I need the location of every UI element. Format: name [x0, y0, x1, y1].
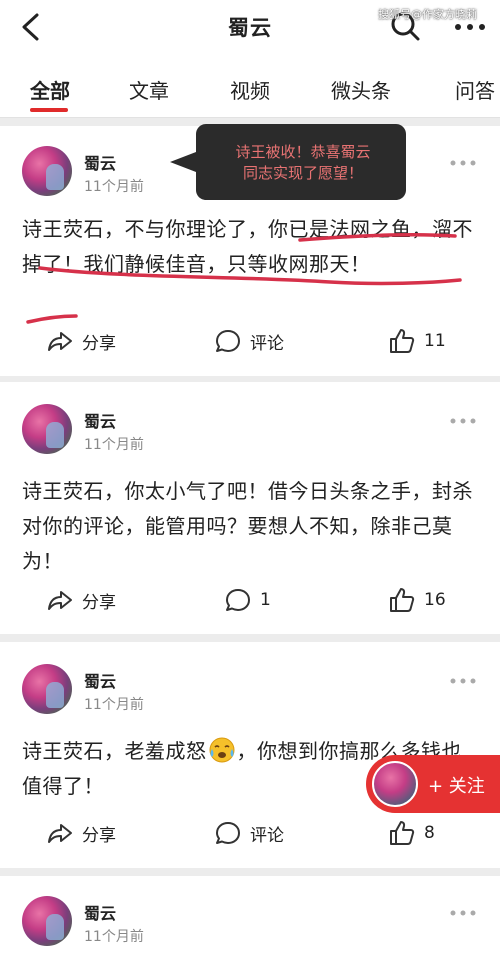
- share-icon: [48, 824, 72, 843]
- comment-button[interactable]: 评论: [214, 326, 284, 356]
- comment-icon: [216, 822, 240, 844]
- tab-qa[interactable]: 问答: [455, 75, 495, 104]
- post-content: 诗王荧石，不与你理论了，你已是法网之鱼，溜不掉了！我们静候佳音，只等收网那天！: [22, 217, 473, 276]
- author-name[interactable]: 蜀云: [84, 900, 116, 924]
- follow-avatar[interactable]: [372, 761, 418, 807]
- post-more-icon[interactable]: [450, 677, 476, 685]
- tab-all[interactable]: 全部: [30, 75, 70, 104]
- post-content: 诗王荧石，你太小气了吧！借今日头条之手，封杀对你的评论，能管用吗？要想人不知，除…: [22, 479, 473, 573]
- post-more-icon[interactable]: [450, 159, 476, 167]
- avatar[interactable]: [22, 664, 72, 714]
- avatar[interactable]: [22, 146, 72, 196]
- share-button[interactable]: 分享: [46, 818, 116, 848]
- like-count: 8: [424, 823, 435, 843]
- comment-icon: [216, 330, 240, 352]
- thumbs-up-icon: [390, 588, 415, 612]
- follow-label[interactable]: + 关注: [428, 772, 485, 798]
- share-button[interactable]: 分享: [46, 585, 116, 615]
- tooltip-line-2: 同志实现了愿望！: [242, 164, 363, 182]
- comment-button[interactable]: 评论: [214, 818, 284, 848]
- post-content-start: 诗王荧石，老羞成怒: [22, 739, 207, 763]
- tooltip-line-1: 诗王被收！恭喜蜀云: [235, 143, 371, 161]
- tab-bar: 全部 文章 视频 微头条 问答: [0, 55, 500, 118]
- tab-videos[interactable]: 视频: [230, 75, 270, 104]
- post-time: 11个月前: [84, 437, 144, 453]
- crying-face-emoji-icon: [209, 737, 234, 763]
- tooltip-text: 诗王被收！恭喜蜀云 同志实现了愿望！: [200, 142, 406, 184]
- post-time: 11个月前: [84, 179, 144, 195]
- post-card: 蜀云 11个月前: [0, 876, 500, 962]
- comment-label: 评论: [250, 825, 284, 846]
- post-more-icon[interactable]: [450, 417, 476, 425]
- author-name[interactable]: 蜀云: [84, 668, 116, 692]
- avatar[interactable]: [22, 404, 72, 454]
- share-label: 分享: [82, 333, 116, 354]
- avatar[interactable]: [22, 896, 72, 946]
- author-name[interactable]: 蜀云: [84, 150, 116, 174]
- comment-button[interactable]: 1: [224, 585, 271, 615]
- post-actions: 分享 评论 8: [0, 818, 500, 848]
- post-time: 11个月前: [84, 697, 144, 713]
- like-button[interactable]: 8: [388, 818, 435, 848]
- tab-micro-headlines[interactable]: 微头条: [331, 75, 391, 104]
- active-tab-indicator: [30, 108, 68, 112]
- share-icon: [48, 591, 72, 610]
- post-actions: 分享 评论 11: [0, 326, 500, 356]
- more-options-icon[interactable]: [452, 14, 488, 40]
- top-bar: 蜀云 搜狐号@作家方晓莉: [0, 0, 500, 55]
- like-button[interactable]: 11: [388, 326, 446, 356]
- tab-articles[interactable]: 文章: [129, 75, 169, 104]
- thumbs-up-icon: [390, 329, 415, 353]
- comment-icon: [226, 589, 250, 611]
- comment-count: 1: [260, 590, 271, 610]
- share-button[interactable]: 分享: [46, 326, 116, 356]
- post-card: 蜀云 11个月前 诗王荧石，你太小气了吧！借今日头条之手，封杀对你的评论，能管用…: [0, 382, 500, 634]
- like-button[interactable]: 16: [388, 585, 446, 615]
- like-count: 11: [424, 331, 446, 351]
- post-time: 11个月前: [84, 929, 144, 945]
- share-label: 分享: [82, 592, 116, 613]
- comment-label: 评论: [250, 333, 284, 354]
- post-actions: 分享 1 16: [0, 585, 500, 615]
- like-count: 16: [424, 590, 446, 610]
- author-name[interactable]: 蜀云: [84, 408, 116, 432]
- thumbs-up-icon: [390, 821, 415, 845]
- post-more-icon[interactable]: [450, 909, 476, 917]
- share-icon: [48, 332, 72, 351]
- share-label: 分享: [82, 825, 116, 846]
